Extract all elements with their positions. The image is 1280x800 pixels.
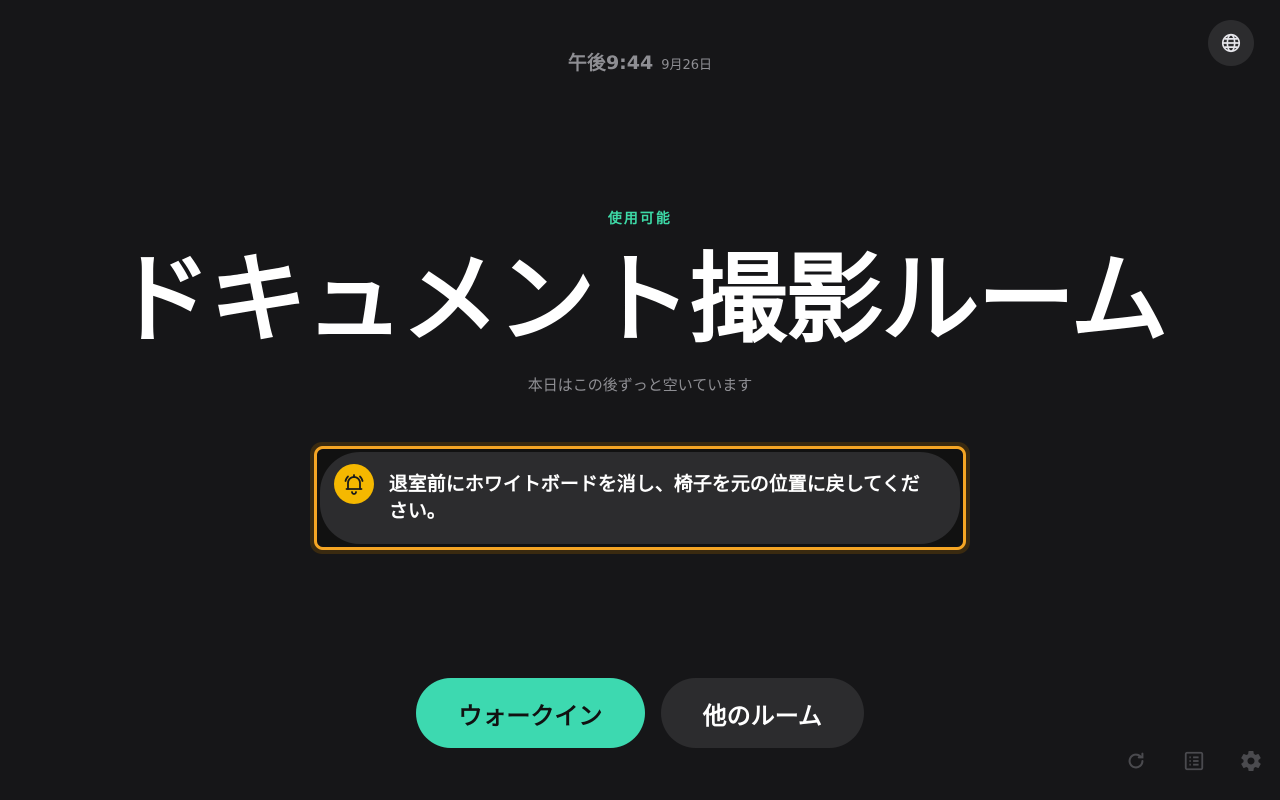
- notice-message: 退室前にホワイトボードを消し、椅子を元の位置に戻してください。: [389, 473, 920, 522]
- bell-icon: [344, 474, 364, 495]
- availability-text: 本日はこの後ずっと空いています: [527, 376, 753, 394]
- gear-icon: [1241, 751, 1261, 772]
- room-display-screen: 午後9:44 9月26日 使用可能 ドキュメント撮影ルーム 本日はこの後ずっと空い…: [0, 0, 1280, 800]
- settings-button[interactable]: [1238, 748, 1264, 774]
- room-status: 使用可能: [608, 211, 672, 227]
- clock: 午後9:44 9月26日: [0, 48, 1280, 75]
- globe-icon: [1221, 33, 1241, 53]
- room-name: ドキュメント撮影ルーム: [113, 243, 1168, 357]
- other-rooms-button[interactable]: 他のルーム: [661, 678, 864, 748]
- current-time: 午後9:44: [567, 52, 654, 74]
- notice-banner: 退室前にホワイトボードを消し、椅子を元の位置に戻してください。: [310, 442, 970, 554]
- notice-frame: 退室前にホワイトボードを消し、椅子を元の位置に戻してください。: [314, 446, 966, 550]
- current-date: 9月26日: [661, 58, 713, 73]
- refresh-button[interactable]: [1123, 748, 1149, 774]
- list-icon: [1184, 751, 1204, 771]
- schedule-list-button[interactable]: [1181, 748, 1207, 774]
- walk-in-button[interactable]: ウォークイン: [416, 678, 645, 748]
- bell-badge: [334, 464, 374, 504]
- language-button[interactable]: [1208, 20, 1254, 66]
- notice-card: 退室前にホワイトボードを消し、椅子を元の位置に戻してください。: [320, 452, 960, 544]
- refresh-icon: [1128, 752, 1144, 769]
